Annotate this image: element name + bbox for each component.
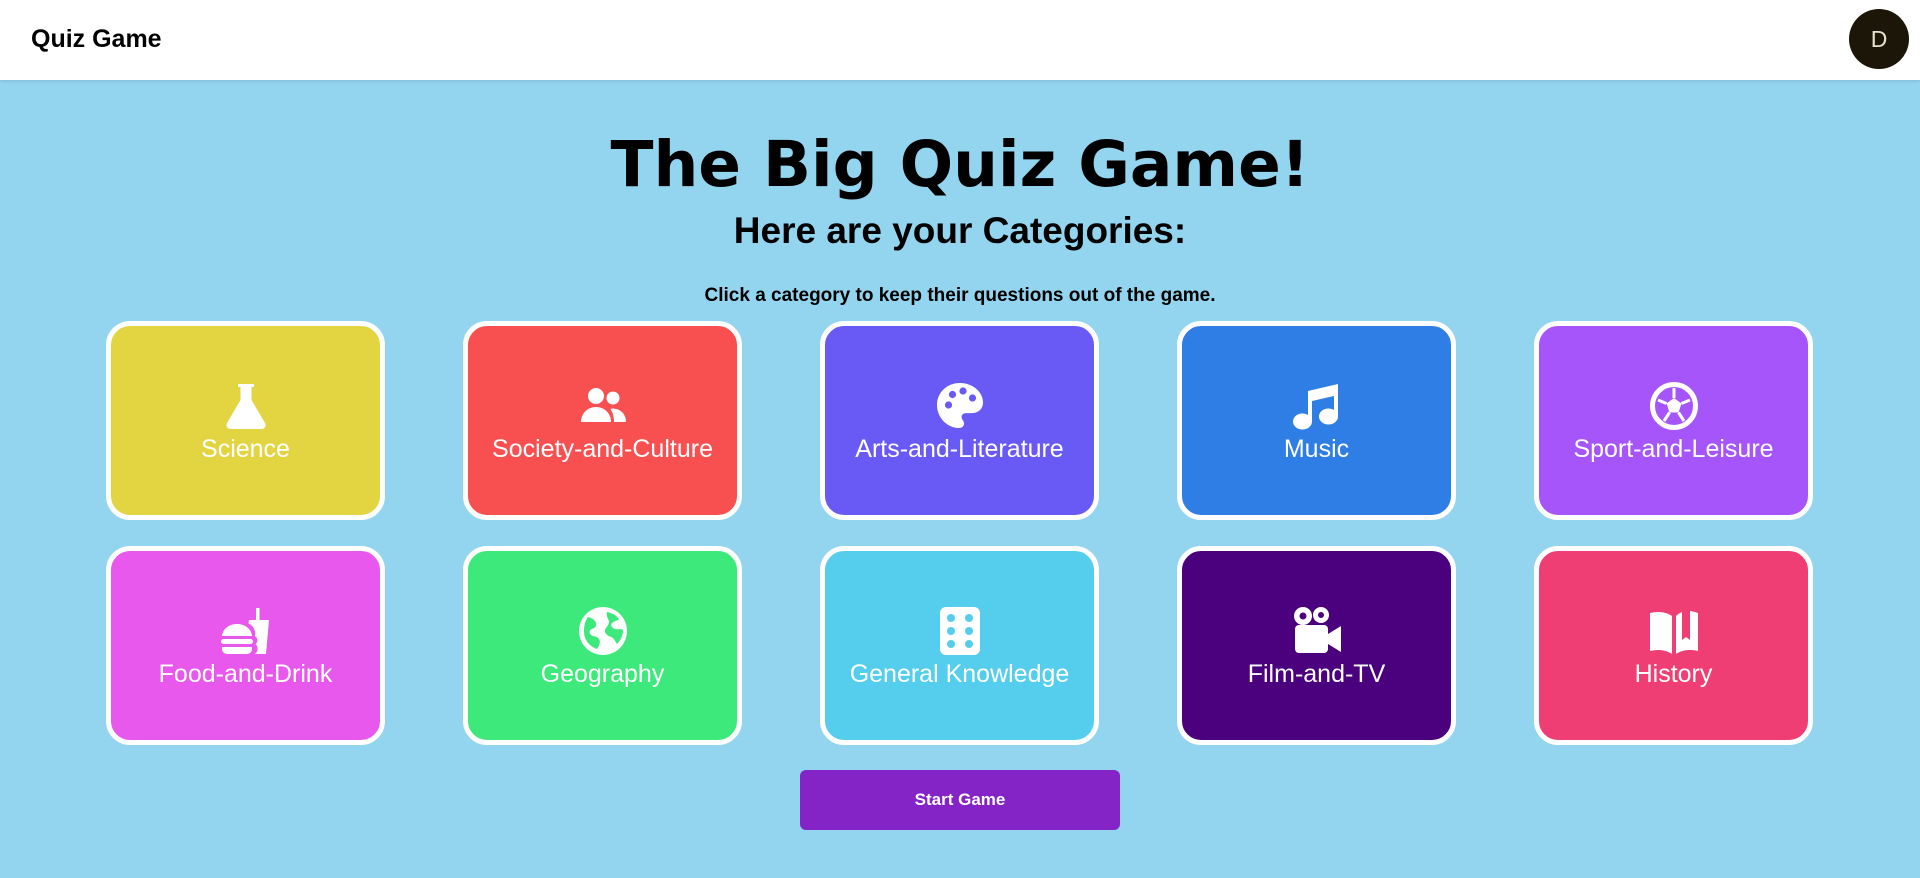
user-avatar[interactable]: D (1849, 9, 1909, 69)
category-card-science[interactable]: Science (106, 321, 385, 520)
video-camera-icon (1290, 604, 1344, 658)
category-label: History (1634, 660, 1713, 688)
burger-drink-icon (219, 604, 273, 658)
category-card-food-and-drink[interactable]: Food-and-Drink (106, 546, 385, 745)
main-content: The Big Quiz Game! Here are your Categor… (0, 80, 1920, 878)
category-label: Food-and-Drink (158, 660, 333, 688)
category-card-film-and-tv[interactable]: Film-and-TV (1177, 546, 1456, 745)
category-card-geography[interactable]: Geography (463, 546, 742, 745)
category-label: Society-and-Culture (492, 435, 713, 463)
category-card-history[interactable]: History (1534, 546, 1813, 745)
soccer-ball-icon (1647, 379, 1701, 433)
instruction-text: Click a category to keep their questions… (704, 285, 1216, 306)
dice-icon (933, 604, 987, 658)
globe-icon (576, 604, 630, 658)
category-label: Science (201, 435, 290, 463)
flask-icon (219, 379, 273, 433)
category-label: Arts-and-Literature (855, 435, 1064, 463)
category-label: General Knowledge (849, 660, 1070, 688)
category-grid: Science Society-and-Culture Arts-and-Lit… (106, 321, 1814, 745)
category-label: Music (1283, 435, 1350, 463)
page-title: The Big Quiz Game! (610, 128, 1310, 201)
top-bar: Quiz Game D (0, 0, 1920, 80)
open-book-icon (1647, 604, 1701, 658)
users-icon (576, 379, 630, 433)
category-card-society-and-culture[interactable]: Society-and-Culture (463, 321, 742, 520)
palette-icon (933, 379, 987, 433)
category-label: Film-and-TV (1247, 660, 1386, 688)
music-note-icon (1290, 379, 1344, 433)
app-title: Quiz Game (31, 25, 162, 53)
category-card-sport-and-leisure[interactable]: Sport-and-Leisure (1534, 321, 1813, 520)
start-game-button[interactable]: Start Game (800, 770, 1120, 830)
category-card-general-knowledge[interactable]: General Knowledge (820, 546, 1099, 745)
page-subtitle: Here are your Categories: (733, 210, 1187, 251)
category-card-arts-and-literature[interactable]: Arts-and-Literature (820, 321, 1099, 520)
category-label: Sport-and-Leisure (1573, 435, 1774, 463)
category-label: Geography (540, 660, 665, 688)
category-card-music[interactable]: Music (1177, 321, 1456, 520)
